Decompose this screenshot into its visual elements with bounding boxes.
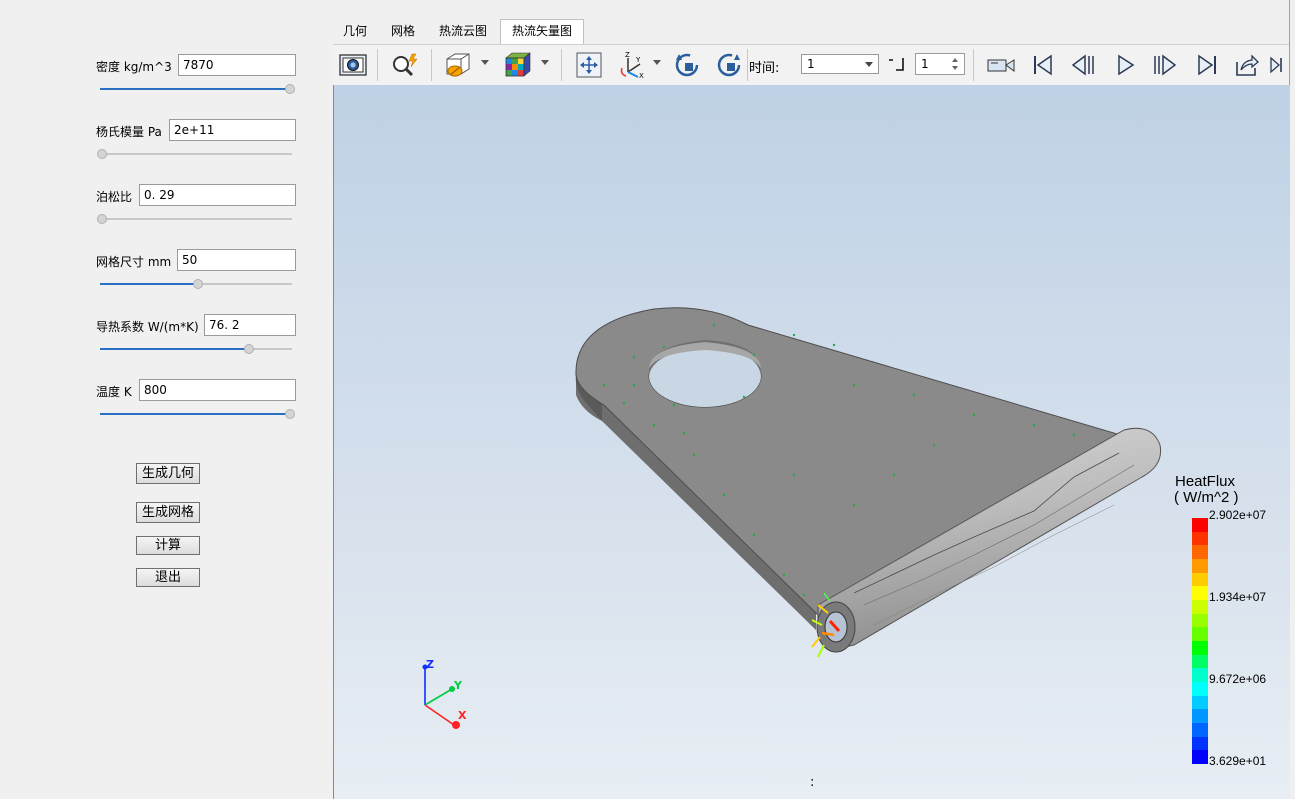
color-cube-icon[interactable] (501, 49, 533, 81)
slider-handle[interactable] (97, 149, 107, 159)
model-render: Z Y X (422, 307, 1162, 729)
prev-frame-icon[interactable] (1067, 49, 1099, 81)
thermal-conductivity-input[interactable] (204, 314, 296, 336)
chevron-down-icon[interactable] (541, 60, 549, 65)
spin-down-icon[interactable] (952, 66, 958, 70)
thermal-conductivity-label: 导热系数 W/(m*K) (96, 320, 199, 334)
density-input[interactable] (178, 54, 296, 76)
camera-icon[interactable] (337, 49, 369, 81)
legend-min-label: 3.629e+01 (1209, 754, 1267, 768)
mesh-size-slider[interactable] (100, 277, 292, 291)
density-label: 密度 kg/m^3 (96, 60, 172, 74)
legend-color-swatch (1192, 545, 1208, 560)
legend-color-swatch (1192, 559, 1208, 573)
render-viewport[interactable]: Z Y X HeatFlux ( W/m^2 ) 2.902e+07 1.934… (333, 85, 1290, 799)
legend-color-swatch (1192, 613, 1208, 628)
time-select-value: 1 (807, 57, 815, 71)
chevron-down-icon[interactable] (653, 60, 661, 65)
slider-handle[interactable] (192, 279, 203, 289)
svg-text:X: X (639, 72, 644, 80)
exit-button[interactable]: 退出 (136, 568, 200, 587)
legend-color-swatch (1192, 600, 1208, 614)
legend-color-swatch (1192, 682, 1208, 696)
chevron-down-icon[interactable] (481, 60, 489, 65)
thermal-conductivity-slider[interactable] (100, 342, 292, 356)
poisson-ratio-input[interactable] (139, 184, 296, 206)
youngs-modulus-slider[interactable] (97, 147, 292, 161)
legend-color-bar (1192, 518, 1208, 765)
rotate-cw-icon[interactable] (713, 49, 745, 81)
tab-heat-flux-contour[interactable]: 热流云图 (432, 20, 494, 43)
legend-color-swatch (1192, 723, 1208, 737)
export-icon[interactable] (1231, 49, 1263, 81)
axis-y-label: Y (453, 679, 463, 692)
legend-color-swatch (1192, 736, 1208, 751)
time-select[interactable]: 1 (801, 54, 879, 74)
poisson-ratio-label: 泊松比 (96, 190, 133, 204)
slider-handle[interactable] (243, 344, 254, 354)
slider-handle[interactable] (97, 214, 107, 224)
legend-mid-high-label: 1.934e+07 (1209, 590, 1267, 604)
fit-view-icon[interactable] (573, 49, 605, 81)
rotate-ccw-icon[interactable] (671, 49, 703, 81)
temperature-slider[interactable] (100, 407, 295, 421)
step-icon (887, 56, 907, 72)
tab-geometry[interactable]: 几何 (336, 20, 374, 43)
next-frame-icon[interactable] (1149, 49, 1181, 81)
legend-color-swatch (1192, 572, 1208, 587)
tab-mesh[interactable]: 网格 (384, 20, 422, 43)
chevron-down-icon[interactable] (865, 62, 873, 67)
legend-max-label: 2.902e+07 (1209, 508, 1267, 522)
view-box-icon[interactable] (441, 49, 473, 81)
legend-color-swatch (1192, 709, 1208, 724)
legend-color-swatch (1192, 518, 1208, 532)
legend-color-swatch (1192, 586, 1208, 601)
temperature-input[interactable] (139, 379, 296, 401)
first-frame-icon[interactable] (1027, 49, 1059, 81)
record-icon[interactable] (985, 49, 1017, 81)
axis-x-label: X (458, 709, 467, 722)
axes-icon[interactable]: ZYX (617, 49, 649, 81)
legend-color-swatch (1192, 641, 1208, 655)
tab-heat-flux-vector[interactable]: 热流矢量图 (500, 19, 584, 45)
step-spinbox-value: 1 (921, 57, 929, 71)
slider-handle[interactable] (285, 84, 295, 94)
overflow-icon[interactable] (1267, 49, 1285, 81)
legend-title: HeatFlux (1175, 473, 1236, 490)
legend-color-swatch (1192, 531, 1208, 546)
mesh-size-input[interactable] (177, 249, 296, 271)
generate-geometry-button[interactable]: 生成几何 (136, 463, 200, 484)
legend-color-swatch (1192, 654, 1208, 669)
legend-color-swatch (1192, 695, 1208, 710)
orientation-triad: Z Y X (422, 658, 467, 729)
legend-color-swatch (1192, 668, 1208, 683)
legend-mid-low-label: 9.672e+06 (1209, 672, 1267, 686)
play-icon[interactable] (1109, 49, 1141, 81)
spin-up-icon[interactable] (952, 58, 958, 62)
last-frame-icon[interactable] (1191, 49, 1223, 81)
poisson-ratio-slider[interactable] (97, 212, 292, 226)
zoom-icon[interactable] (389, 49, 421, 81)
time-label: 时间: (749, 61, 780, 76)
legend-color-swatch (1192, 627, 1208, 642)
color-legend: HeatFlux ( W/m^2 ) 2.902e+07 1.934e+07 9… (1174, 471, 1284, 771)
generate-mesh-button[interactable]: 生成网格 (136, 502, 200, 523)
svg-text:Z: Z (625, 51, 630, 59)
step-spinbox[interactable]: 1 (915, 53, 965, 75)
density-slider[interactable] (100, 82, 295, 96)
compute-button[interactable]: 计算 (136, 536, 200, 555)
status-text: : (810, 775, 815, 790)
youngs-modulus-input[interactable] (169, 119, 296, 141)
mesh-size-label: 网格尺寸 mm (96, 255, 172, 269)
temperature-label: 温度 K (96, 385, 132, 399)
youngs-modulus-label: 杨氏模量 Pa (96, 125, 162, 139)
toolbar: ZYX 时间: 1 1 (333, 44, 1289, 86)
legend-color-swatch (1192, 750, 1208, 765)
legend-unit: ( W/m^2 ) (1174, 489, 1239, 506)
svg-text:Y: Y (635, 56, 641, 64)
axis-z-label: Z (426, 658, 434, 671)
slider-handle[interactable] (285, 409, 295, 419)
